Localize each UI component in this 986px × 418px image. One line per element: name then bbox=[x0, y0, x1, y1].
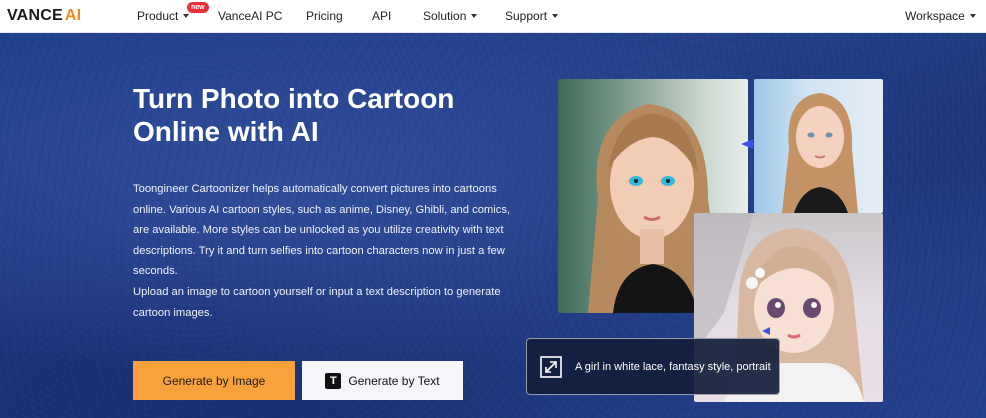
nav-vanceai-pc[interactable]: VanceAI PC bbox=[218, 9, 282, 23]
vanceai-logo[interactable]: VANCE AI bbox=[7, 7, 81, 25]
sample-photo bbox=[754, 79, 883, 213]
chevron-down-icon bbox=[471, 14, 478, 18]
page-title: Turn Photo into Cartoon Online with AI bbox=[133, 83, 455, 147]
text-icon: T bbox=[325, 372, 342, 389]
chevron-down-icon bbox=[552, 14, 559, 18]
chevron-down-icon bbox=[969, 14, 976, 18]
generate-by-text-button[interactable]: T Generate by Text bbox=[302, 361, 463, 400]
nav-product[interactable]: Product bbox=[137, 9, 190, 23]
nav-pricing[interactable]: Pricing bbox=[306, 9, 343, 23]
top-nav: VANCE AI Product new VanceAI PC Pricing A… bbox=[0, 0, 986, 33]
arrow-icon bbox=[762, 327, 770, 335]
hero-subdescription: Upload an image to cartoon yourself or i… bbox=[133, 286, 501, 319]
generate-by-image-button[interactable]: Generate by Image bbox=[133, 361, 295, 400]
new-badge: new bbox=[187, 2, 209, 13]
chevron-down-icon bbox=[183, 14, 190, 18]
nav-workspace[interactable]: Workspace bbox=[905, 9, 976, 23]
nav-solution[interactable]: Solution bbox=[423, 9, 478, 23]
expand-icon bbox=[540, 355, 562, 378]
text-prompt-card[interactable]: A girl in white lace, fantasy style, por… bbox=[526, 338, 780, 395]
nav-support[interactable]: Support bbox=[505, 9, 559, 23]
hero-section: Turn Photo into Cartoon Online with AI T… bbox=[0, 33, 986, 418]
nav-api[interactable]: API bbox=[372, 9, 391, 23]
hero-description: Toongineer Cartoonizer helps automatical… bbox=[133, 183, 511, 278]
prompt-text: A girl in white lace, fantasy style, por… bbox=[575, 360, 771, 373]
